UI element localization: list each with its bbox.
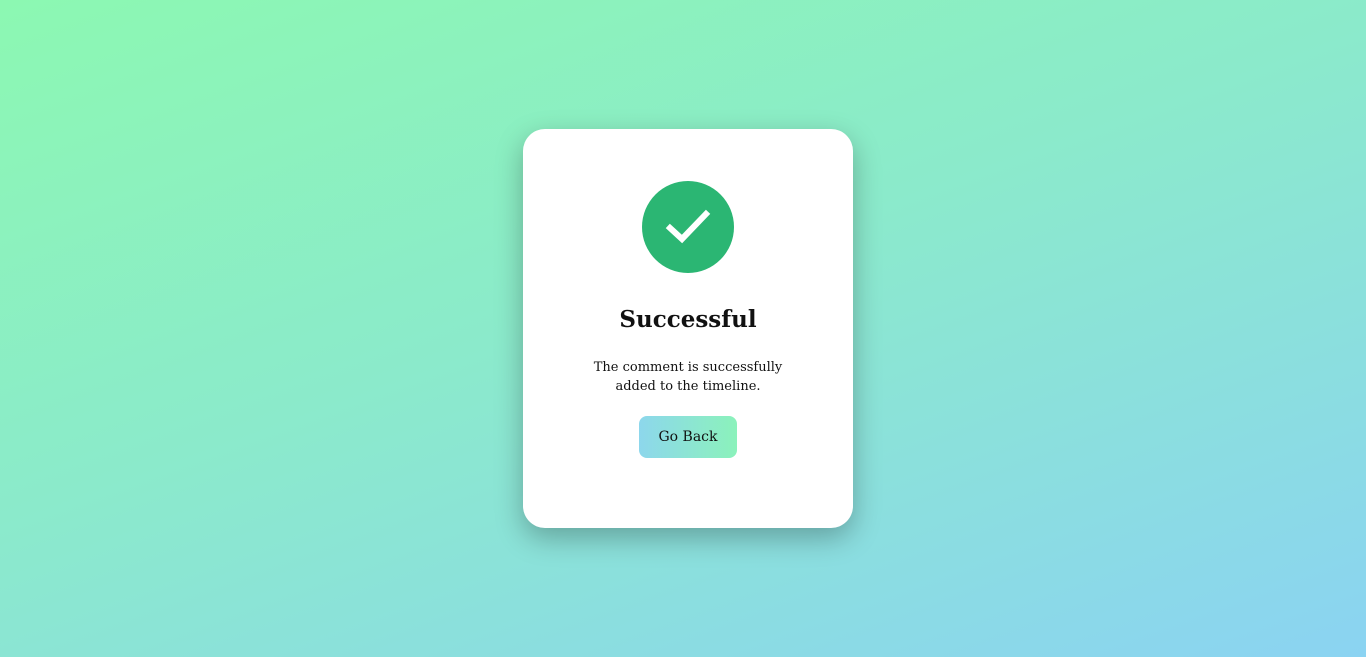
dialog-title: Successful [619,306,757,333]
checkmark-icon [665,209,711,244]
check-circle-icon [642,181,734,273]
go-back-button[interactable]: Go Back [639,416,737,458]
success-dialog: Successful The comment is successfully a… [523,129,853,528]
dialog-message: The comment is successfully added to the… [593,360,783,394]
